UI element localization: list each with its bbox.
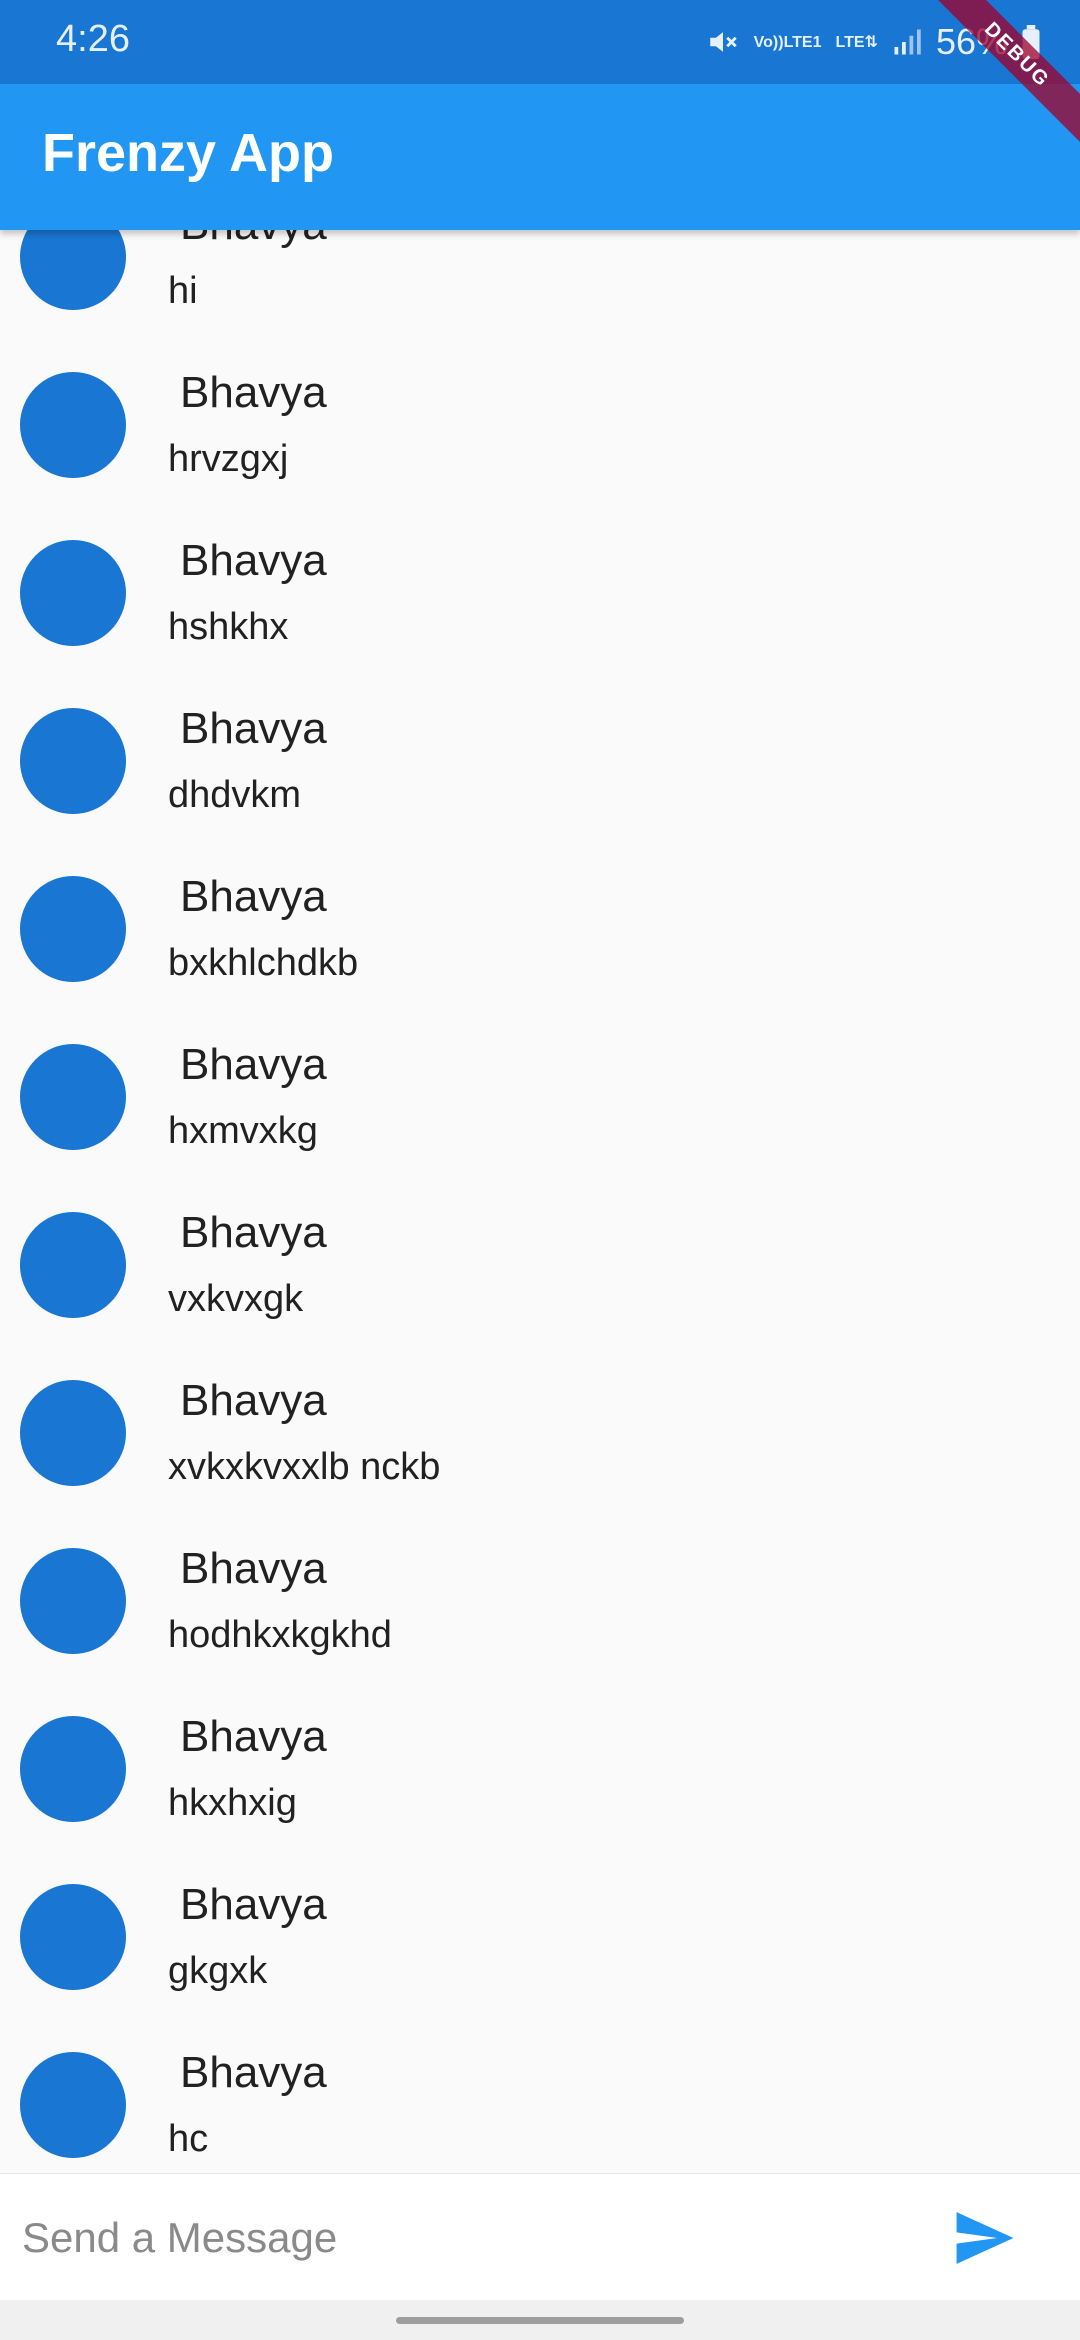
message-item: Bhavya xvkxkvxxlb nckb: [0, 1356, 1080, 1524]
message-list[interactable]: Bhavya hi Bhavya hrvzgxj Bhavya hshkhx Bhavya d…: [0, 230, 1080, 2173]
message-sender: Bhavya: [180, 230, 327, 250]
message-item: Bhavya hrvzgxj: [0, 348, 1080, 516]
message-sender: Bhavya: [180, 2048, 327, 2097]
message-item: Bhavya vxkvxgk: [0, 1188, 1080, 1356]
message-sender: Bhavya: [180, 1712, 327, 1761]
message-item: Bhavya hodhkxkgkhd: [0, 1524, 1080, 1692]
lte-icon: LTE ⇅: [835, 33, 878, 51]
message-text: hkxhxig: [168, 1782, 297, 1824]
message-text: gkgxk: [168, 1950, 268, 1992]
avatar: [20, 1884, 126, 1990]
message-item: Bhavya bxkhlchdkb: [0, 852, 1080, 1020]
status-time: 4:26: [56, 18, 130, 60]
navigation-bar: [0, 2300, 1080, 2340]
message-text: bxkhlchdkb: [168, 942, 359, 984]
avatar: [20, 708, 126, 814]
battery-percent: 56%: [935, 21, 1008, 62]
avatar: [20, 876, 126, 982]
message-sender: Bhavya: [180, 1376, 327, 1425]
message-sender: Bhavya: [180, 1040, 327, 1089]
app-bar: Frenzy App: [0, 84, 1080, 230]
home-gesture-handle[interactable]: [396, 2317, 684, 2324]
message-text: hc: [168, 2118, 209, 2160]
message-text: vxkvxgk: [168, 1278, 304, 1320]
volte-icon: Vo)) LTE1: [753, 33, 822, 51]
message-text: hshkhx: [168, 606, 289, 648]
message-item: Bhavya hxmvxkg: [0, 1020, 1080, 1188]
message-text: xvkxkvxxlb nckb: [168, 1446, 441, 1488]
message-item: Bhavya hkxhxig: [0, 1692, 1080, 1860]
send-icon: [956, 2212, 1014, 2264]
message-text: dhdvkm: [168, 774, 302, 816]
message-item: Bhavya hc: [0, 2028, 1080, 2173]
send-button[interactable]: [940, 2196, 1030, 2280]
message-list-content: Bhavya hi Bhavya hrvzgxj Bhavya hshkhx Bhavya d…: [0, 230, 1080, 2173]
avatar: [20, 2052, 126, 2158]
avatar: [20, 1548, 126, 1654]
avatar: [20, 372, 126, 478]
message-item: Bhavya gkgxk: [0, 1860, 1080, 2028]
message-item: Bhavya hi: [0, 230, 1080, 348]
message-text: hxmvxkg: [168, 1110, 318, 1152]
status-icons: Vo)) LTE1 LTE ⇅ 56%: [706, 14, 1040, 70]
message-sender: Bhavya: [180, 872, 327, 921]
battery-icon: [1022, 25, 1040, 59]
message-composer: [0, 2173, 1080, 2301]
message-sender: Bhavya: [180, 1208, 327, 1257]
avatar: [20, 540, 126, 646]
message-item: Bhavya dhdvkm: [0, 684, 1080, 852]
avatar: [20, 1212, 126, 1318]
message-sender: Bhavya: [180, 536, 327, 585]
message-sender: Bhavya: [180, 1880, 327, 1929]
message-sender: Bhavya: [180, 368, 327, 417]
message-text: hodhkxkgkhd: [168, 1614, 392, 1656]
avatar: [20, 1380, 126, 1486]
mute-icon: [706, 25, 740, 59]
message-item: Bhavya hshkhx: [0, 516, 1080, 684]
message-sender: Bhavya: [180, 704, 327, 753]
avatar: [20, 1716, 126, 1822]
app-title: Frenzy App: [42, 123, 335, 183]
message-sender: Bhavya: [180, 1544, 327, 1593]
avatar: [20, 1044, 126, 1150]
message-text: hi: [168, 270, 198, 312]
message-input[interactable]: [0, 2174, 900, 2301]
signal-icon: [892, 27, 922, 57]
status-bar: 4:26 Vo)) LTE1 LTE ⇅ 56%: [0, 0, 1080, 84]
avatar: [20, 230, 126, 310]
message-text: hrvzgxj: [168, 438, 289, 480]
